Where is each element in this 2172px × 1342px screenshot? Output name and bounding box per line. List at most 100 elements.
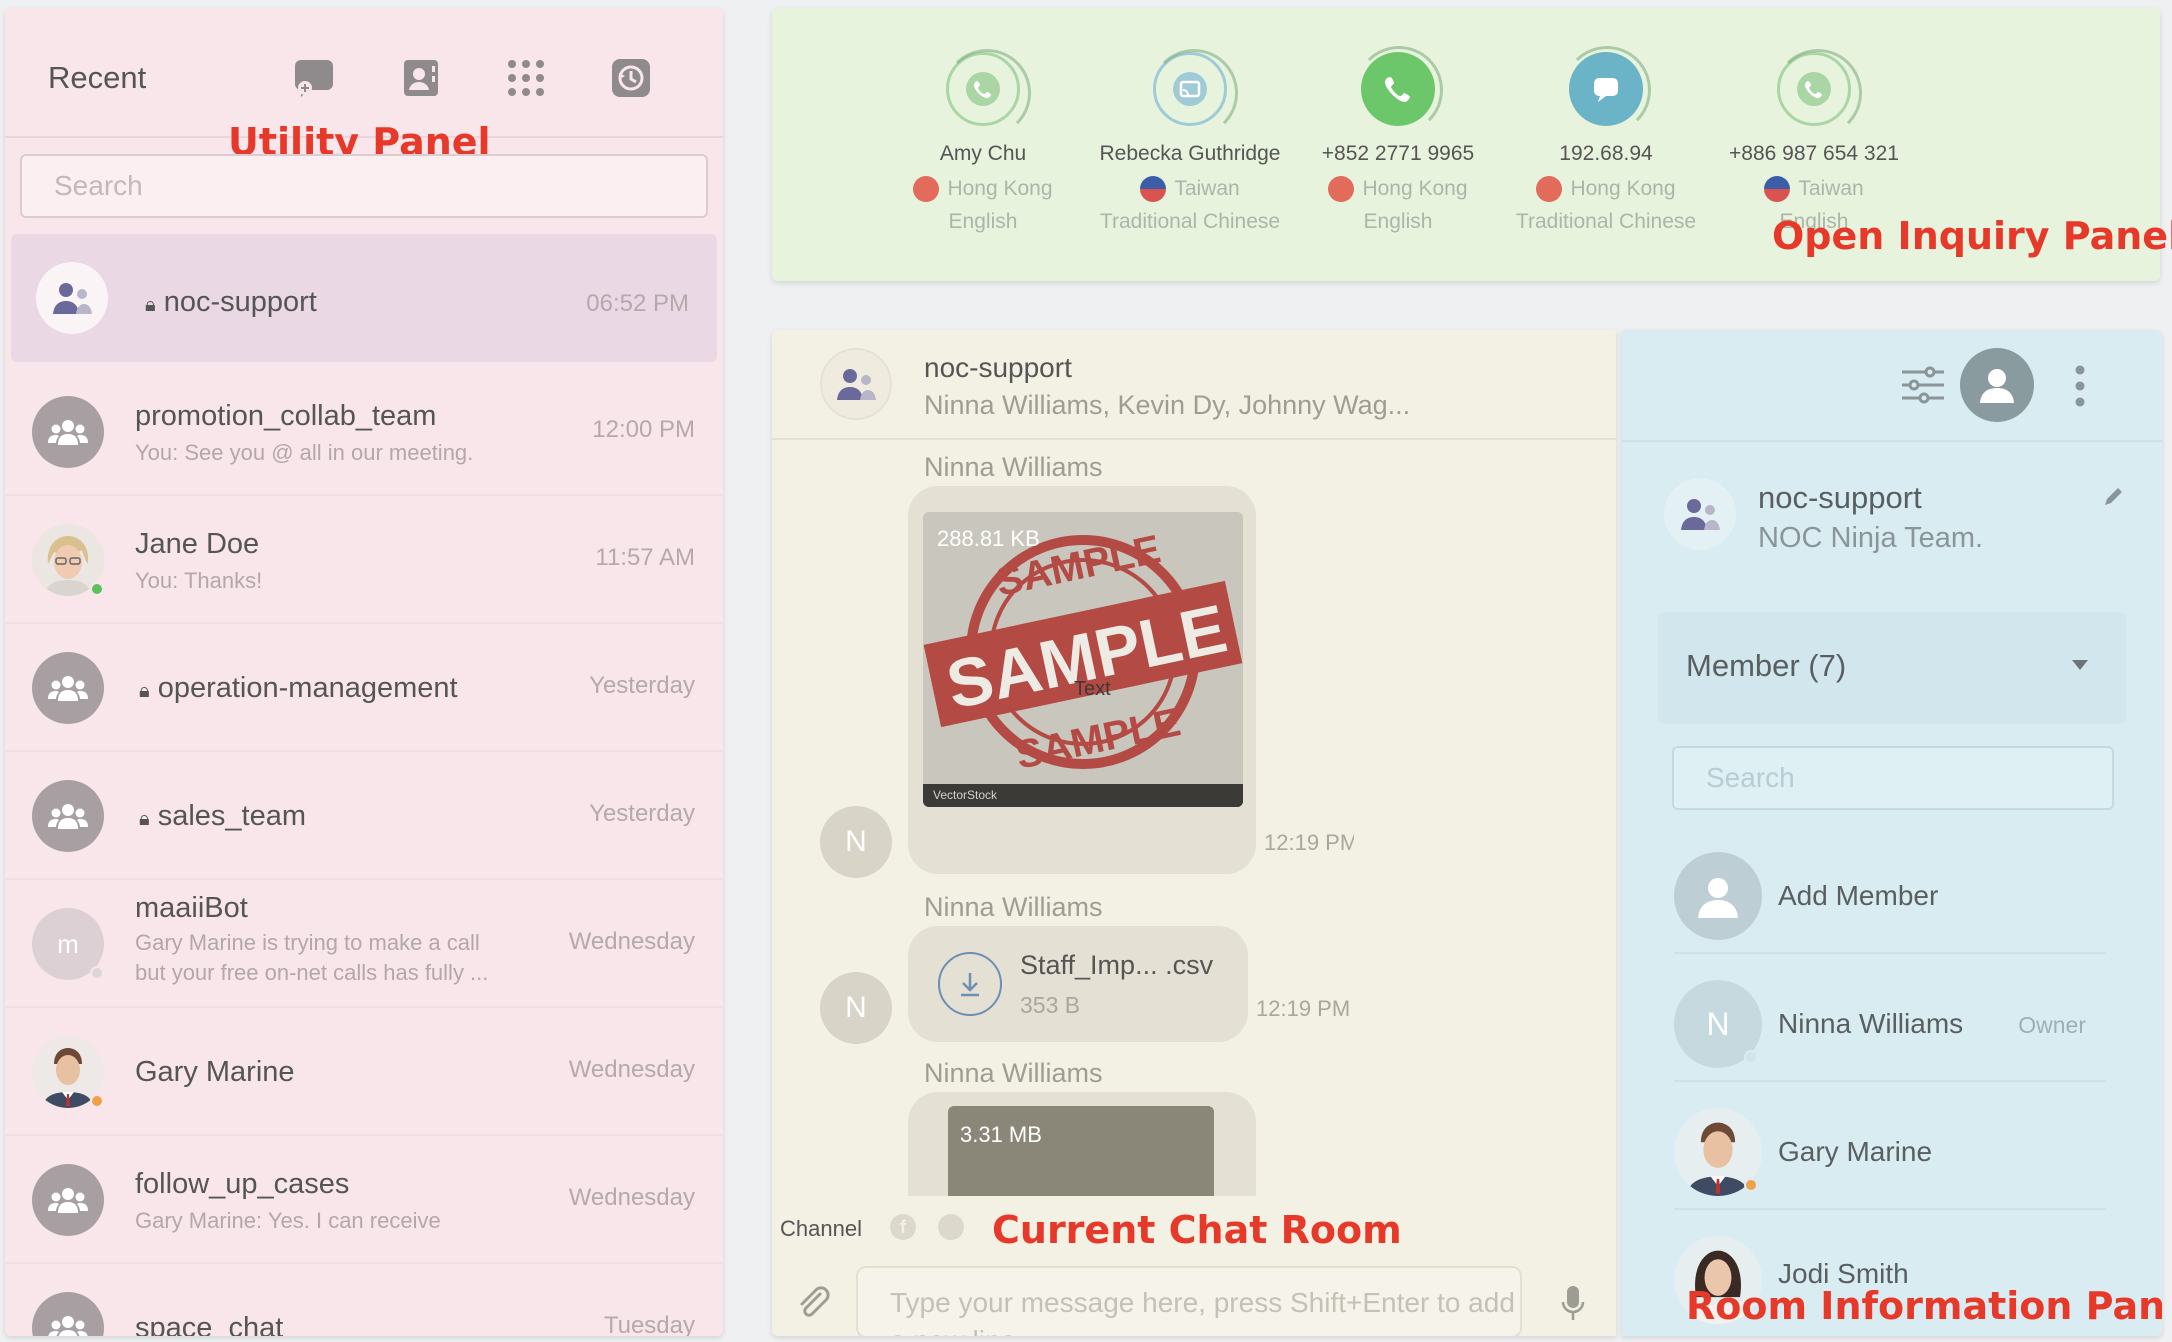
chat-room-panel: noc-support Ninna Williams, Kevin Dy, Jo…: [772, 330, 1616, 1336]
member-row-ninna-williams[interactable]: N Ninna Williams Owner: [1674, 954, 2106, 1082]
sender-avatar: N: [820, 806, 892, 878]
file-size-badge: 288.81 KB: [937, 526, 1040, 551]
conversation-promotion-collab-team[interactable]: promotion_collab_team You: See you @ all…: [5, 368, 723, 496]
file-name: Staff_Imp... .csv: [1020, 950, 1214, 980]
conversation-jane-doe[interactable]: Jane Doe You: Thanks! 11:57 AM: [5, 496, 723, 624]
chat-room-name: noc-support: [924, 352, 1072, 383]
group-avatar-icon: [820, 348, 892, 420]
contacts-icon[interactable]: [395, 52, 447, 104]
inquiry-item[interactable]: 192.68.94 Hong Kong Traditional Chinese: [1501, 46, 1711, 234]
conversation-name: operation-management: [157, 672, 458, 704]
member-row-gary-marine[interactable]: Gary Marine: [1674, 1082, 2106, 1210]
conversation-name: space_chat: [135, 1312, 284, 1336]
add-member-button[interactable]: Add Member: [1674, 826, 2106, 954]
member-name: Ninna Williams: [1778, 1008, 1964, 1039]
taiwan-flag-icon: [1140, 176, 1167, 202]
inquiry-region: Taiwan: [1798, 177, 1864, 200]
offline-status-dot: [90, 966, 104, 980]
message-input[interactable]: Type your message here, press Shift+Ente…: [856, 1266, 1522, 1336]
file-message-bubble[interactable]: Staff_Imp... .csv 353 B: [908, 926, 1248, 1042]
conversation-name: follow_up_cases: [135, 1168, 350, 1200]
conversation-time: 12:00 PM: [592, 416, 695, 443]
file-size-badge: 3.31 MB: [960, 1122, 1042, 1147]
inquiry-item[interactable]: Rebecka Guthridge Taiwan Traditional Chi…: [1085, 49, 1295, 234]
apps-grid-icon[interactable]: [500, 52, 552, 104]
phone-icon: [943, 49, 1031, 137]
history-icon[interactable]: [605, 52, 657, 104]
conversation-time: 11:57 AM: [595, 544, 695, 571]
inquiry-item[interactable]: +886 987 654 321 Taiwan English: [1709, 49, 1919, 234]
group-avatar-icon: [1664, 478, 1736, 550]
member-search-input[interactable]: Search: [1672, 746, 2114, 810]
room-information-panel: noc-support NOC Ninja Team. Member (7) S…: [1622, 330, 2162, 1336]
conversation-name: Jane Doe: [135, 528, 260, 560]
inquiry-item[interactable]: Amy Chu Hong Kong English: [878, 49, 1088, 234]
conversation-preview: You: See you @ all in our meeting.: [135, 440, 474, 465]
conversation-preview-line2: but your free on-net calls has fully ...: [135, 960, 489, 985]
conversation-sales-team[interactable]: 🔒︎ sales_team Yesterday: [5, 752, 723, 880]
member-name: Gary Marine: [1778, 1136, 1933, 1167]
image-message-bubble[interactable]: SAMPLE SAMPLE Text SAMPLE VectorStock 28…: [908, 486, 1256, 874]
phone-icon: [1774, 49, 1862, 137]
conversation-time: Wednesday: [568, 1056, 695, 1083]
member-list-toggle[interactable]: Member (7): [1658, 612, 2126, 724]
hong-kong-flag-icon: [1536, 176, 1563, 202]
inquiry-region: Hong Kong: [947, 177, 1053, 200]
inquiry-name: 192.68.94: [1559, 142, 1653, 165]
conversation-gary-marine[interactable]: Gary Marine Wednesday: [5, 1008, 723, 1136]
facebook-channel-icon[interactable]: f: [890, 1214, 916, 1240]
conversation-noc-support[interactable]: 🔒︎ noc-support 06:52 PM: [11, 234, 717, 362]
inquiry-language: Traditional Chinese: [1515, 210, 1697, 233]
conversation-name: noc-support: [163, 286, 317, 318]
conversation-name: Gary Marine: [135, 1056, 295, 1088]
attachment-icon[interactable]: [792, 1282, 832, 1322]
sample-image[interactable]: SAMPLE SAMPLE Text SAMPLE VectorStock 28…: [923, 512, 1243, 807]
inquiry-name: +886 987 654 321: [1729, 142, 1899, 165]
offline-status-dot: [1744, 1050, 1758, 1064]
conversation-space-chat[interactable]: space_chat Tuesday: [5, 1264, 723, 1336]
conversation-maaiibot[interactable]: m maaiiBot Gary Marine is trying to make…: [5, 880, 723, 1008]
channel-label: Channel: [780, 1216, 862, 1241]
download-icon[interactable]: [938, 952, 1002, 1016]
message-sender: Ninna Williams: [924, 892, 1103, 922]
new-chat-icon[interactable]: [289, 52, 341, 104]
file-size: 353 B: [1020, 992, 1081, 1018]
more-options-icon[interactable]: [2074, 364, 2086, 408]
inquiry-region: Hong Kong: [1570, 177, 1676, 200]
conversation-follow-up-cases[interactable]: follow_up_cases Gary Marine: Yes. I can …: [5, 1136, 723, 1264]
lock-icon: 🔒︎: [139, 680, 150, 702]
microphone-icon[interactable]: [1560, 1284, 1586, 1322]
wechat-channel-icon[interactable]: [938, 1214, 964, 1240]
group-avatar-icon: [32, 780, 104, 852]
utility-header: Recent: [5, 8, 723, 138]
message-input-placeholder: Type your message here, press Shift+Ente…: [890, 1287, 1515, 1336]
message-sender: Ninna Williams: [924, 1058, 1103, 1088]
conversation-time: Tuesday: [603, 1312, 695, 1336]
inquiry-region: Hong Kong: [1362, 177, 1468, 200]
inquiry-language: English: [948, 210, 1018, 233]
recent-search-input[interactable]: Search: [20, 154, 708, 218]
conversation-time: 06:52 PM: [586, 290, 689, 317]
conversation-time: Yesterday: [589, 672, 695, 699]
inquiry-item[interactable]: +852 2771 9965 Hong Kong English: [1293, 46, 1503, 234]
chat-members-line: Ninna Williams, Kevin Dy, Johnny Wag...: [924, 390, 1411, 420]
away-status-dot: [90, 1094, 104, 1108]
user-profile-icon[interactable]: [1960, 348, 2034, 422]
inquiry-region: Taiwan: [1174, 177, 1240, 200]
utility-panel: Recent Utility Panel Search 🔒︎ noc-suppo…: [5, 8, 723, 1336]
conversation-name: promotion_collab_team: [135, 400, 437, 432]
chat-bubble-icon: [1563, 46, 1651, 134]
edit-pencil-icon[interactable]: [2102, 486, 2124, 508]
room-info-description: NOC Ninja Team.: [1758, 522, 1984, 554]
conversation-time: Yesterday: [589, 800, 695, 827]
hong-kong-flag-icon: [1328, 176, 1355, 202]
conversation-name: sales_team: [157, 800, 307, 832]
inquiry-language: English: [1363, 210, 1433, 233]
recent-title: Recent: [48, 60, 147, 95]
away-status-dot: [1744, 1178, 1758, 1192]
settings-sliders-icon[interactable]: [1900, 362, 1946, 408]
member-role: Owner: [2018, 1012, 2086, 1038]
group-avatar-icon: [32, 1164, 104, 1236]
conversation-operation-management[interactable]: 🔒︎ operation-management Yesterday: [5, 624, 723, 752]
online-status-dot: [90, 582, 104, 596]
